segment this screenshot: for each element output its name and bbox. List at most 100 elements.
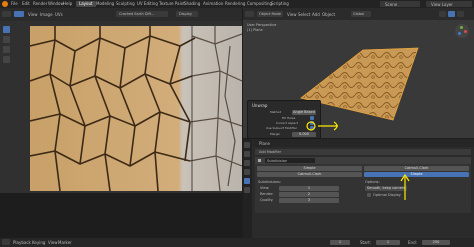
quality-field[interactable]: 3 [279,198,339,203]
unwrap-panel-title: Unwrap [252,103,268,108]
apply-right-label: Catmull-Clark [404,166,429,170]
viewport-menu-view[interactable]: View [287,12,297,17]
output-tab-icon[interactable] [244,160,250,166]
collapse-chevron-icon[interactable] [258,159,261,162]
view-layer-label: View Layer [431,1,453,7]
select-tool-icon[interactable] [3,26,10,33]
modifier-wrench-icon[interactable] [244,178,250,184]
viewport-menu-object[interactable]: Object [322,12,335,17]
current-frame: 1 [338,240,342,244]
transform-orientation-dropdown[interactable]: Global [351,11,371,17]
view-layer-selector[interactable]: View Layer [426,1,472,7]
image-menu-view[interactable]: View [28,12,38,17]
apply-right-button[interactable]: Catmull-Clark [364,166,469,171]
top-bar: File Edit Render Window Help Layout Mode… [0,0,474,8]
timeline: Playback Keying View Marker 1 Start: 1 E… [0,238,474,247]
image-toolbar [3,26,11,96]
modifier-name-field[interactable]: Subdivision [265,158,315,163]
method-label: Method [270,110,282,114]
properties-editor: Plane Add Modifier Subdivision Simple Ca… [243,139,474,238]
shading-rendered-button[interactable] [457,11,464,17]
view-level-field[interactable]: 1 [279,186,339,191]
modifier-header: Subdivision [255,157,471,164]
annotation-arrow [306,121,338,131]
start-frame: 1 [386,240,390,244]
properties-header: Plane [253,139,474,147]
viewport-menu-add[interactable]: Add [312,12,320,17]
render-tab-icon[interactable] [244,151,250,157]
image-editor: View Image UVs Cracked Earth Diff... Dis… [0,8,242,193]
add-modifier-label: Add Modifier [259,150,282,154]
mode-left-label: Catmull-Clark [297,172,322,176]
image-menu-image[interactable]: Image [40,12,53,17]
quality-label: Quality: [260,198,274,202]
menu-edit[interactable]: Edit [22,1,30,6]
annotation-up-arrow [400,173,410,200]
options-label: Options: [365,180,380,184]
uv-mode-button[interactable] [14,11,24,17]
render-level-field[interactable]: 2 [279,192,339,197]
object-mode-label: Object Mode [259,11,282,16]
material-tab-icon[interactable] [244,187,250,193]
timeline-menu-keying[interactable]: Keying [32,240,45,245]
menu-file[interactable]: File [11,1,18,6]
end-label: End: [408,240,417,245]
tab-scripting[interactable]: Scripting [268,1,292,7]
margin-label: Margin [270,132,281,136]
menu-window[interactable]: Window [48,1,64,6]
use-subsurf-label: Use Subsurf Modifier [266,126,298,130]
method-value: Angle Based [293,110,315,114]
shading-material-button[interactable] [448,11,455,17]
correct-aspect-label: Correct Aspect [276,121,299,125]
texture-image [30,26,242,191]
view-level-label: View: [260,186,270,190]
mode-right-label: Simple [410,172,423,176]
subdivisions-label: Subdivisions: [258,180,282,184]
blender-logo-icon[interactable] [2,1,8,7]
quality-value: 3 [307,198,311,202]
scene-label: Scene [385,1,398,7]
display-label: Display [179,11,192,16]
image-name: Cracked Earth Diff... [119,11,155,16]
mode-right-button[interactable]: Simple [364,172,469,177]
viewport-menu-select[interactable]: Select [298,12,310,17]
scene-selector[interactable]: Scene [380,1,420,7]
mode-left-button[interactable]: Catmull-Clark [257,172,362,177]
optimal-display-label: Optimal Display [373,193,401,197]
view-level-value: 1 [307,186,311,190]
end-frame: 250 [432,240,440,244]
cursor-tool-icon[interactable] [3,36,10,43]
timeline-editor-type-button[interactable] [2,239,10,245]
modifier-panel: Subdivision Simple Catmull-Clark Catmull… [255,157,471,213]
add-modifier-button[interactable]: Add Modifier [255,149,471,155]
viewport-editor-type-button[interactable] [245,11,254,17]
move-tool-icon[interactable] [3,46,10,53]
object-name: Plane [259,141,270,146]
timeline-menu-marker[interactable]: Marker [58,240,72,245]
rotate-tool-icon[interactable] [3,56,10,63]
start-label: Start: [360,240,372,245]
start-frame-field[interactable]: 1 [376,240,400,245]
timeline-menu-playback[interactable]: Playback [13,240,31,245]
object-mode-dropdown[interactable]: Object Mode [257,11,283,17]
image-menu-uvs[interactable]: UVs [55,12,63,17]
optimal-display-checkbox[interactable] [367,193,371,197]
modifier-name: Subdivision [267,158,288,163]
image-selector[interactable]: Cracked Earth Diff... [116,11,168,17]
image-editor-header: View Image UVs Cracked Earth Diff... Dis… [0,8,242,21]
apply-left-button[interactable]: Simple [257,166,362,171]
current-frame-field[interactable]: 1 [330,240,350,245]
display-selector[interactable]: Display [176,11,198,17]
menu-help[interactable]: Help [63,1,72,6]
shading-solid-button[interactable] [439,11,446,17]
cracked-earth-texture[interactable] [30,26,242,191]
timeline-menu-view[interactable]: View [48,240,58,245]
editor-type-button[interactable] [2,11,11,17]
object-tab-icon[interactable] [244,169,250,175]
end-frame-field[interactable]: 250 [422,240,450,245]
viewport-header: Object Mode View Select Add Object Globa… [243,8,474,20]
orientation-label: Global [353,11,365,16]
menu-render[interactable]: Render [33,1,47,6]
fill-holes-label: Fill Holes [282,116,296,120]
tool-tab-icon[interactable] [244,142,250,148]
